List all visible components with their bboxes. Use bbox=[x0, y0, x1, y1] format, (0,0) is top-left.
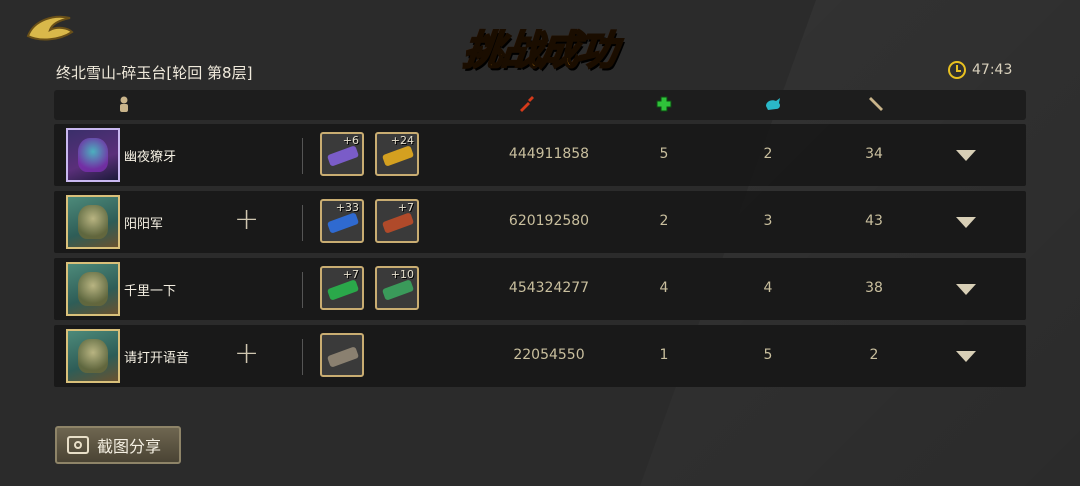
heal-count: 1 bbox=[659, 347, 669, 363]
score-value: 22054550 bbox=[513, 347, 585, 363]
weapon-slot[interactable]: +33 bbox=[320, 199, 364, 243]
bone-icon bbox=[868, 96, 884, 114]
weapon-level: +7 bbox=[397, 201, 414, 214]
clock-icon bbox=[948, 61, 966, 79]
player-row: 请打开语音 + 22054550 1 5 2 bbox=[54, 325, 1026, 387]
divider bbox=[302, 138, 303, 174]
bone-count: 43 bbox=[865, 213, 883, 229]
add-friend-button[interactable]: + bbox=[234, 203, 259, 237]
page-title: 挑战成功 bbox=[460, 27, 619, 75]
player-icon bbox=[116, 96, 132, 114]
player-name: 千里一下 bbox=[124, 284, 177, 299]
player-avatar[interactable] bbox=[66, 262, 120, 316]
expand-arrow-icon[interactable] bbox=[956, 351, 976, 362]
player-avatar[interactable] bbox=[66, 195, 120, 249]
gun-icon bbox=[326, 346, 360, 368]
add-friend-button[interactable]: + bbox=[234, 337, 259, 371]
weapon-level: +24 bbox=[390, 134, 414, 147]
weapon-level: +7 bbox=[342, 268, 359, 281]
bone-count: 2 bbox=[869, 347, 879, 363]
player-name: 请打开语音 bbox=[124, 351, 190, 366]
player-name: 幽夜獠牙 bbox=[124, 150, 177, 165]
timer: 47:43 bbox=[948, 61, 1012, 79]
expand-arrow-icon[interactable] bbox=[956, 284, 976, 295]
gun-icon bbox=[381, 212, 415, 234]
pet-count: 5 bbox=[763, 347, 773, 363]
player-name: 阳阳军 bbox=[124, 217, 164, 232]
stage-label: 终北雪山-碎玉台[轮回 第8层] bbox=[56, 64, 253, 82]
pet-count: 4 bbox=[763, 280, 773, 296]
gun-icon bbox=[381, 279, 415, 301]
player-row: 幽夜獠牙 +6 +24 444911858 5 2 34 bbox=[54, 124, 1026, 186]
pet-icon bbox=[764, 96, 780, 114]
screenshot-share-button[interactable]: 截图分享 bbox=[55, 426, 181, 464]
weapon-level: +33 bbox=[335, 201, 359, 214]
bone-count: 38 bbox=[865, 280, 883, 296]
player-row: 阳阳军 + +33 +7 620192580 2 3 43 bbox=[54, 191, 1026, 253]
pet-count: 3 bbox=[763, 213, 773, 229]
heal-count: 5 bbox=[659, 146, 669, 162]
player-avatar[interactable] bbox=[66, 128, 120, 182]
score-value: 620192580 bbox=[508, 213, 590, 229]
divider bbox=[302, 272, 303, 308]
score-value: 454324277 bbox=[508, 280, 590, 296]
bone-count: 34 bbox=[865, 146, 883, 162]
heal-count: 4 bbox=[659, 280, 669, 296]
share-label: 截图分享 bbox=[97, 437, 162, 456]
back-icon[interactable] bbox=[24, 10, 76, 44]
weapon-slot[interactable]: +10 bbox=[375, 266, 419, 310]
gun-icon bbox=[326, 145, 360, 167]
expand-arrow-icon[interactable] bbox=[956, 150, 976, 161]
score-value: 444911858 bbox=[508, 146, 590, 162]
weapon-slot[interactable]: +7 bbox=[320, 266, 364, 310]
weapon-slot[interactable]: +24 bbox=[375, 132, 419, 176]
divider bbox=[302, 205, 303, 241]
heal-count: 2 bbox=[659, 213, 669, 229]
expand-arrow-icon[interactable] bbox=[956, 217, 976, 228]
weapon-slot[interactable]: +7 bbox=[375, 199, 419, 243]
damage-icon bbox=[518, 96, 534, 114]
divider bbox=[302, 339, 303, 375]
weapon-level: +10 bbox=[390, 268, 414, 281]
weapon-level: +6 bbox=[342, 134, 359, 147]
pet-count: 2 bbox=[763, 146, 773, 162]
player-row: 千里一下 +7 +10 454324277 4 4 38 bbox=[54, 258, 1026, 320]
bow-icon bbox=[381, 145, 415, 167]
heal-icon bbox=[656, 96, 672, 114]
timer-value: 47:43 bbox=[972, 62, 1013, 78]
gun-icon bbox=[326, 212, 360, 234]
camera-icon bbox=[67, 436, 89, 454]
weapon-slot[interactable]: +6 bbox=[320, 132, 364, 176]
player-avatar[interactable] bbox=[66, 329, 120, 383]
blade-icon bbox=[326, 279, 360, 301]
weapon-slot[interactable] bbox=[320, 333, 364, 377]
